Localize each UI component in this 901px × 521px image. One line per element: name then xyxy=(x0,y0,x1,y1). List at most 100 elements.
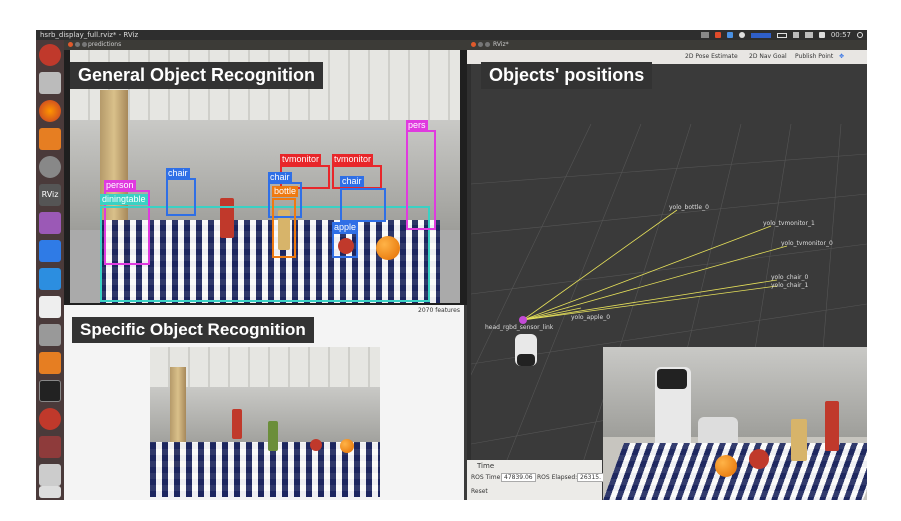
bbox-bottle xyxy=(272,198,296,258)
frame-label-tvmonitor-0: yolo_tvmonitor_0 xyxy=(781,240,833,247)
app-f-icon[interactable] xyxy=(39,352,61,374)
teamviewer-icon[interactable] xyxy=(39,240,61,262)
camera-icon[interactable] xyxy=(700,32,709,38)
bbox-label-person: person xyxy=(104,180,136,191)
object-rays xyxy=(522,209,788,321)
coke-bottle-specific xyxy=(232,409,242,439)
rviz-close-icon[interactable] xyxy=(471,42,476,47)
ray-chair-1 xyxy=(522,285,778,321)
bbox-label-chair-mid: chair xyxy=(268,172,292,183)
bbox-label-tvmonitor-1: tvmonitor xyxy=(280,154,322,165)
app-red-icon[interactable] xyxy=(39,408,61,430)
mail-icon[interactable] xyxy=(804,32,813,38)
ubuntu-logo-icon[interactable] xyxy=(39,44,61,66)
ros-elapsed-field[interactable]: 26315. xyxy=(577,473,604,482)
time-panel-title: Time xyxy=(477,462,495,470)
battery-icon[interactable] xyxy=(776,32,787,38)
text-editor-icon[interactable] xyxy=(39,296,61,318)
software-center-icon[interactable] xyxy=(39,128,61,150)
maximize-icon[interactable] xyxy=(82,42,87,47)
inset-coke-bottle xyxy=(825,401,839,451)
nav-goal-tool[interactable]: 2D Nav Goal xyxy=(749,53,787,60)
rviz-window-controls[interactable] xyxy=(471,42,490,47)
apple-specific xyxy=(310,439,322,451)
drive-icon[interactable] xyxy=(39,464,61,486)
trash-icon[interactable] xyxy=(39,486,61,498)
record-icon[interactable] xyxy=(714,32,721,38)
bbox-label-apple: apple xyxy=(332,222,359,233)
bbox-chair-right xyxy=(340,188,386,222)
ros-elapsed-label: ROS Elapsed: xyxy=(537,474,578,481)
head-sensor-marker xyxy=(519,316,527,324)
firefox-icon[interactable] xyxy=(39,100,61,122)
publish-point-tool[interactable]: Publish Point xyxy=(795,53,833,60)
system-tray: 00:57 xyxy=(700,30,863,40)
inset-apple xyxy=(749,449,769,469)
specific-detection-image xyxy=(150,347,380,497)
rviz-titlebar[interactable]: RViz* xyxy=(467,40,867,50)
frame-label-chair-0: yolo_chair_0 xyxy=(771,274,809,281)
bbox-person-right xyxy=(406,130,436,230)
move-camera-icon[interactable]: ✥ xyxy=(839,53,844,60)
hsr-robot-head xyxy=(657,369,687,389)
frame-label-tvmonitor-1: yolo_tvmonitor_1 xyxy=(763,220,815,227)
top-menu-bar: hsrb_display_full.rviz* - RViz 00:57 xyxy=(36,30,867,40)
frame-label-apple: yolo_apple_0 xyxy=(571,314,611,321)
inset-tea-bottle xyxy=(791,419,807,461)
rviz-minimize-icon[interactable] xyxy=(478,42,483,47)
skype-icon[interactable] xyxy=(39,268,61,290)
grid-line xyxy=(471,193,867,235)
orange-specific xyxy=(340,439,354,453)
rviz-maximize-icon[interactable] xyxy=(485,42,490,47)
bbox-label-tvmonitor-2: tvmonitor xyxy=(332,154,374,165)
features-count: 2070 features xyxy=(418,307,460,314)
bluetooth-icon[interactable] xyxy=(738,32,745,38)
dropbox-icon[interactable] xyxy=(726,32,733,38)
reset-button[interactable]: Reset xyxy=(471,488,488,495)
bbox-label-bottle: bottle xyxy=(272,186,299,197)
power-icon[interactable] xyxy=(857,32,863,38)
files-icon[interactable] xyxy=(39,72,61,94)
predictions-window-titlebar[interactable]: predictions xyxy=(64,40,467,50)
volume-icon[interactable] xyxy=(818,32,825,38)
bbox-apple xyxy=(332,232,358,258)
grid-line xyxy=(471,153,867,185)
head-frame-label: head_rgbd_sensor_link xyxy=(485,324,554,331)
help-icon[interactable] xyxy=(39,324,61,346)
minimize-icon[interactable] xyxy=(75,42,80,47)
clock[interactable]: 00:57 xyxy=(831,30,851,40)
predictions-window-title: predictions xyxy=(88,41,122,48)
ros-time-field[interactable]: 47839.06 xyxy=(501,473,536,482)
bbox-label-chair-left: chair xyxy=(166,168,190,179)
ray-tvmonitor-1 xyxy=(522,225,772,321)
tea-bottle-specific xyxy=(268,421,278,451)
ray-chair-0 xyxy=(522,279,778,321)
terminal-icon[interactable] xyxy=(39,380,61,402)
bbox-label-diningtable: diningtable xyxy=(100,194,148,205)
keyboard-indicator-icon[interactable] xyxy=(750,32,771,38)
ray-tvmonitor-0 xyxy=(522,245,788,321)
frame-label-bottle: yolo_bottle_0 xyxy=(669,204,709,211)
predictions-window[interactable]: predictions person diningtable chair tvm… xyxy=(64,40,467,305)
inset-orange xyxy=(715,455,737,477)
rviz-icon[interactable]: RViz xyxy=(39,184,61,206)
general-recognition-label: General Object Recognition xyxy=(70,62,324,89)
network-icon[interactable] xyxy=(792,32,799,38)
bbox-label-person-right: pers xyxy=(406,120,428,131)
bbox-chair-left xyxy=(166,178,196,216)
close-icon[interactable] xyxy=(68,42,73,47)
bbox-label-chair-right: chair xyxy=(340,176,364,187)
objects-positions-label: Objects' positions xyxy=(481,62,653,89)
specific-recognition-label: Specific Object Recognition xyxy=(72,317,314,343)
launcher-sidebar: RViz xyxy=(36,40,64,500)
printer-icon[interactable] xyxy=(39,212,61,234)
robot-camera-inset xyxy=(603,347,867,500)
settings-gear-icon[interactable] xyxy=(39,156,61,178)
specific-recognition-window[interactable]: 2070 features Specific Object Recognitio… xyxy=(64,305,464,500)
workspace-icon[interactable] xyxy=(39,436,61,458)
pose-estimate-tool[interactable]: 2D Pose Estimate xyxy=(685,53,738,60)
window-controls[interactable] xyxy=(68,42,87,47)
rviz-window-title: RViz* xyxy=(493,41,509,48)
ros-time-label: ROS Time: xyxy=(471,474,503,481)
robot-base xyxy=(517,354,535,366)
